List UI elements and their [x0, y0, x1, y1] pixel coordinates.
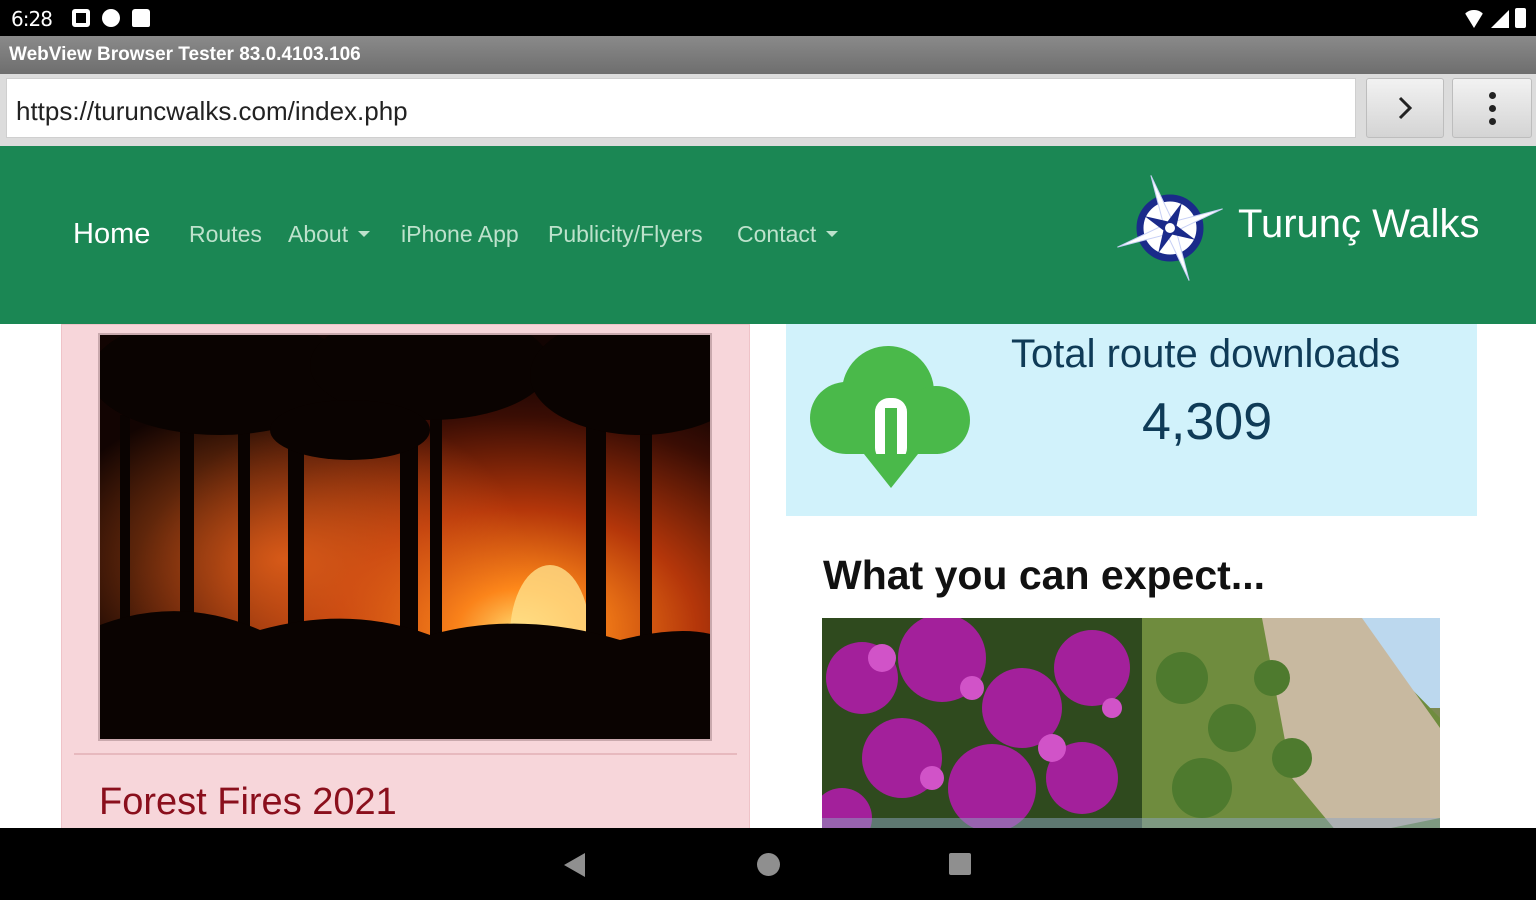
home-icon[interactable] — [757, 853, 780, 876]
downloads-panel: Total route downloads 4,309 — [786, 324, 1477, 516]
system-nav-bar — [0, 828, 1536, 900]
nav-routes[interactable]: Routes — [189, 221, 262, 248]
news-card[interactable]: Forest Fires 2021 — [61, 324, 750, 828]
compass-logo-icon[interactable] — [1112, 170, 1228, 286]
card-divider — [74, 753, 737, 755]
nav-publicity[interactable]: Publicity/Flyers — [548, 221, 703, 248]
overflow-menu-button[interactable] — [1452, 78, 1532, 138]
url-bar: https://turuncwalks.com/index.php — [0, 74, 1536, 146]
caret-down-icon — [826, 230, 839, 237]
expect-heading: What you can expect... — [823, 552, 1265, 598]
chevron-right-icon — [1398, 96, 1413, 120]
status-time: 6:28 — [11, 7, 53, 31]
nav-contact-label: Contact — [737, 221, 817, 247]
downloads-label: Total route downloads — [1011, 332, 1401, 376]
downloads-count: 4,309 — [1142, 393, 1273, 451]
forest-fire-image[interactable] — [98, 333, 712, 741]
bougainvillea-image[interactable] — [822, 618, 1440, 828]
back-icon[interactable] — [564, 853, 585, 877]
site-navbar: Home Routes About iPhone App Publicity/F… — [0, 146, 1536, 324]
status-bar: 6:28 — [0, 0, 1536, 36]
nav-about-label: About — [288, 221, 349, 247]
nav-about[interactable]: About — [288, 221, 371, 248]
signal-icon — [1491, 10, 1509, 28]
cloud-download-icon — [810, 346, 970, 488]
brand-name[interactable]: Turunç Walks — [1238, 202, 1480, 247]
app-title: WebView Browser Tester 83.0.4103.106 — [9, 44, 361, 65]
round-notification-icon — [102, 9, 120, 27]
nav-home[interactable]: Home — [73, 218, 150, 251]
nav-iphone-app[interactable]: iPhone App — [401, 221, 519, 248]
recents-icon[interactable] — [949, 853, 971, 875]
nav-contact[interactable]: Contact — [737, 221, 839, 248]
web-page: Home Routes About iPhone App Publicity/F… — [0, 146, 1536, 828]
battery-icon — [1515, 8, 1526, 28]
caret-down-icon — [358, 230, 371, 237]
bag-notification-icon — [132, 9, 150, 27]
news-title[interactable]: Forest Fires 2021 — [99, 781, 397, 824]
square-notification-icon — [72, 9, 90, 27]
wifi-icon — [1463, 10, 1485, 28]
app-title-bar: WebView Browser Tester 83.0.4103.106 — [0, 36, 1536, 74]
url-input[interactable]: https://turuncwalks.com/index.php — [6, 78, 1356, 138]
go-button[interactable] — [1366, 78, 1444, 138]
overflow-menu-icon — [1488, 91, 1496, 99]
